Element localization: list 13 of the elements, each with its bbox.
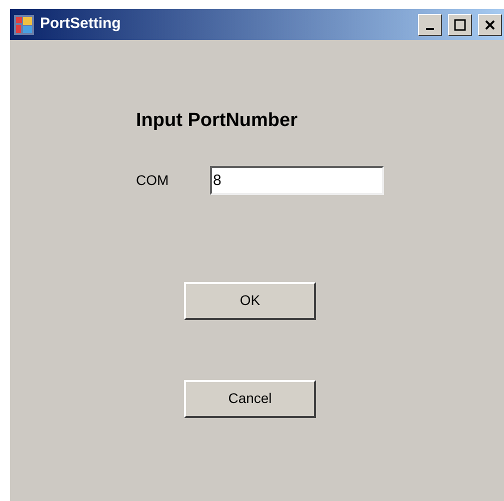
minimize-icon (426, 28, 434, 30)
app-icon (14, 14, 34, 34)
maximize-button[interactable] (448, 14, 472, 36)
minimize-button[interactable] (418, 14, 442, 36)
window-title: PortSetting (40, 14, 122, 34)
dialog-button[interactable]: OK (184, 282, 316, 320)
close-button[interactable] (478, 14, 502, 36)
maximize-icon (454, 18, 466, 30)
dialog-button[interactable]: Cancel (184, 380, 316, 418)
input-field[interactable]: 8 (210, 166, 384, 194)
close-icon (484, 18, 496, 30)
field-label: COM (136, 170, 170, 190)
heading: Input PortNumber (136, 109, 298, 133)
